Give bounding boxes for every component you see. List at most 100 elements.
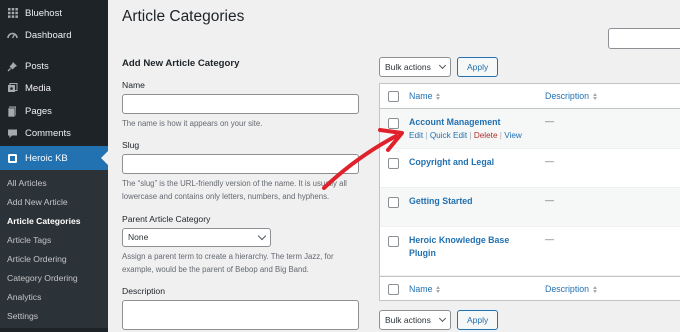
menu-item-media[interactable]: Media <box>0 78 108 101</box>
apply-button[interactable]: Apply <box>457 310 499 330</box>
menu-label: Media <box>25 83 51 95</box>
bulk-actions-bottom: Bulk actions Apply <box>379 310 499 330</box>
menu-label: Bluehost <box>25 7 62 19</box>
slug-field[interactable] <box>122 154 359 175</box>
row-checkbox[interactable] <box>388 158 399 169</box>
row-checkbox[interactable] <box>388 197 399 208</box>
form-title: Add New Article Category <box>122 58 240 69</box>
parent-help: Assign a parent term to create a hierarc… <box>122 251 334 274</box>
menu-item-dashboard[interactable]: Dashboard <box>0 25 108 48</box>
column-name-label: Name <box>409 284 433 294</box>
column-name-header[interactable]: Name <box>409 284 441 294</box>
term-name-link[interactable]: Account Management <box>409 116 534 129</box>
submenu-category-ordering[interactable]: Category Ordering <box>0 269 108 288</box>
menu-item-bluehost[interactable]: Bluehost <box>0 2 108 25</box>
view-link[interactable]: View <box>504 131 522 140</box>
heroic-kb-submenu: All Articles Add New Article Article Cat… <box>0 170 108 328</box>
sort-icon <box>593 92 598 100</box>
heroic-kb-icon <box>7 153 18 164</box>
separator: | <box>425 131 428 140</box>
column-description-label: Description <box>545 284 590 294</box>
parent-label: Parent Article Category <box>122 213 211 224</box>
name-help: The name is how it appears on your site. <box>122 119 263 128</box>
edit-link[interactable]: Edit <box>409 131 423 140</box>
row-checkbox[interactable] <box>388 118 399 129</box>
menu-item-posts[interactable]: Posts <box>0 55 108 78</box>
sort-icon <box>593 285 598 293</box>
term-description: — <box>545 234 554 244</box>
separator: | <box>469 131 472 140</box>
menu-label: Comments <box>25 128 71 140</box>
column-description-label: Description <box>545 91 590 101</box>
main-content: Article Categories Add New Article Categ… <box>108 0 680 332</box>
column-name-header[interactable]: Name <box>409 91 441 101</box>
submenu-add-new-article[interactable]: Add New Article <box>0 193 108 212</box>
menu-item-heroic-kb[interactable]: Heroic KB <box>0 146 108 170</box>
submenu-all-articles[interactable]: All Articles <box>0 174 108 193</box>
parent-select-value: None <box>128 232 149 243</box>
search-input[interactable] <box>608 28 680 49</box>
term-name-link[interactable]: Copyright and Legal <box>409 156 534 169</box>
media-icon <box>7 83 18 94</box>
bulk-actions-select[interactable]: Bulk actions <box>379 57 451 77</box>
add-category-form: Add New Article Category Name The name i… <box>122 58 360 331</box>
name-field[interactable] <box>122 94 359 114</box>
select-all-checkbox[interactable] <box>388 284 399 295</box>
menu-label: Pages <box>25 105 52 117</box>
term-description: — <box>545 156 554 166</box>
submenu-article-ordering[interactable]: Article Ordering <box>0 250 108 269</box>
separator: | <box>499 131 502 140</box>
select-all-checkbox[interactable] <box>388 91 399 102</box>
chevron-down-icon <box>438 61 447 70</box>
pin-icon <box>7 61 18 72</box>
bulk-actions-top: Bulk actions Apply <box>379 57 499 77</box>
table-footer: Name Description <box>380 276 680 300</box>
table-row: Account Management — Edit | Quick Edit |… <box>380 109 680 149</box>
description-field[interactable] <box>122 300 359 331</box>
apply-button[interactable]: Apply <box>457 57 499 77</box>
slug-help: The “slug” is the URL-friendly version o… <box>122 179 347 202</box>
column-description-header[interactable]: Description <box>545 284 598 294</box>
chevron-down-icon <box>438 314 447 323</box>
table-row: Heroic Knowledge Base Plugin — <box>380 227 680 276</box>
submenu-settings[interactable]: Settings <box>0 307 108 326</box>
admin-sidebar: Bluehost Dashboard Posts Media Pages Com… <box>0 0 108 332</box>
menu-item-pages[interactable]: Pages <box>0 100 108 123</box>
quick-edit-link[interactable]: Quick Edit <box>430 131 467 140</box>
page-title: Article Categories <box>122 8 245 25</box>
column-name-label: Name <box>409 91 433 101</box>
menu-label: Dashboard <box>25 30 72 42</box>
pages-icon <box>7 106 18 117</box>
sort-icon <box>436 285 441 293</box>
row-actions: Edit | Quick Edit | Delete | View <box>409 131 522 140</box>
description-label: Description <box>122 286 165 297</box>
table-row: Getting Started — <box>380 188 680 227</box>
menu-item-comments[interactable]: Comments <box>0 123 108 146</box>
chevron-down-icon <box>257 231 267 240</box>
row-checkbox[interactable] <box>388 236 399 247</box>
comment-icon <box>7 128 18 139</box>
parent-select[interactable]: None <box>122 227 271 247</box>
bulk-actions-select[interactable]: Bulk actions <box>379 310 451 330</box>
term-description: — <box>545 195 554 205</box>
categories-table: Name Description Account Management — Ed… <box>379 83 680 301</box>
slug-label: Slug <box>122 140 140 151</box>
term-name-link[interactable]: Getting Started <box>409 195 534 208</box>
submenu-analytics[interactable]: Analytics <box>0 288 108 307</box>
grid-icon <box>7 8 18 19</box>
submenu-article-categories[interactable]: Article Categories <box>0 212 108 231</box>
delete-link[interactable]: Delete <box>474 131 498 140</box>
term-name-link[interactable]: Heroic Knowledge Base Plugin <box>409 234 534 260</box>
bulk-actions-label: Bulk actions <box>385 315 431 325</box>
submenu-article-tags[interactable]: Article Tags <box>0 231 108 250</box>
dashboard-icon <box>7 30 18 41</box>
column-description-header[interactable]: Description <box>545 91 598 101</box>
table-header: Name Description <box>380 84 680 109</box>
menu-label: Posts <box>25 60 49 72</box>
name-label: Name <box>122 80 145 90</box>
menu-label: Heroic KB <box>25 152 68 164</box>
sort-icon <box>436 92 441 100</box>
term-description: — <box>545 116 554 126</box>
bulk-actions-label: Bulk actions <box>385 62 431 72</box>
table-row: Copyright and Legal — <box>380 149 680 188</box>
